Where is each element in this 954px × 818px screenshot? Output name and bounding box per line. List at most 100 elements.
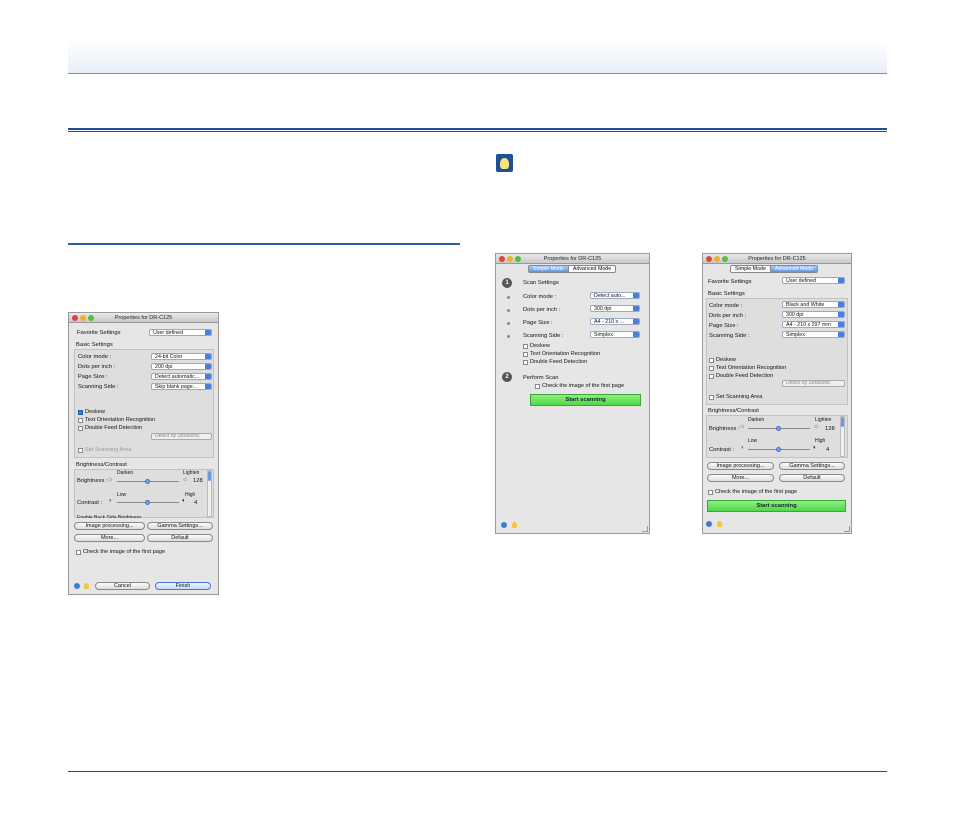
gamma-settings-button[interactable]: Gamma Settings... (779, 462, 845, 470)
low-label: Low (748, 438, 758, 444)
favorite-label: Favorite Settings (708, 279, 752, 285)
text-orientation-checkbox[interactable]: Text Orientation Recognition (523, 351, 600, 357)
page-size-select[interactable]: A4 - 210 x ... (590, 318, 640, 325)
double-feed-checkbox[interactable]: Double Feed Detection (709, 373, 773, 379)
double-feed-checkbox[interactable]: Double Feed Detection (78, 425, 142, 431)
page-size-select[interactable]: Detect automatic... (151, 373, 212, 380)
set-scanning-area-checkbox[interactable]: Set Scanning Area (78, 447, 131, 453)
set-scanning-area-checkbox[interactable]: Set Scanning Area (709, 394, 762, 400)
finish-button[interactable]: Finish (155, 582, 211, 590)
basic-settings-heading: Basic Settings (76, 342, 113, 348)
contrast-value: 4 (826, 447, 830, 453)
favorite-label: Favorite Settings (77, 330, 121, 336)
check-first-page-checkbox[interactable]: Check the image of the first page (535, 383, 624, 389)
darken-label: Darken (117, 470, 134, 476)
dpi-label: Dots per inch : (709, 313, 747, 319)
darken-sun-icon: ☼ (739, 423, 746, 430)
resize-grip-icon[interactable] (642, 526, 648, 532)
page-size-label: Page Size : (523, 320, 553, 326)
scanning-side-label: Scanning Side : (709, 333, 750, 339)
check-first-page-checkbox[interactable]: Check the image of the first page (76, 549, 165, 555)
page-size-label: Page Size : (78, 374, 108, 380)
step-dot (507, 335, 510, 338)
properties-window-advanced-mode: Properties for DR-C125 Simple Mode Advan… (702, 253, 852, 534)
contrast-slider[interactable] (748, 447, 810, 452)
brightness-contrast-heading: Brightness/Contrast (708, 408, 759, 414)
step-dot (507, 296, 510, 299)
deskew-checkbox[interactable]: Deskew (709, 357, 736, 363)
enable-back-side-label: Enable Back Side Brightness (77, 515, 142, 518)
deskew-checkbox[interactable]: Deskew (78, 409, 105, 415)
default-button[interactable]: Default (147, 534, 213, 542)
favorite-select[interactable]: User defined (782, 277, 845, 284)
cancel-button[interactable]: Cancel (95, 582, 150, 590)
brightness-label: Brightness : (77, 478, 108, 484)
dpi-select[interactable]: 200 dpi (151, 363, 212, 370)
step-2-badge: 2 (502, 372, 512, 382)
tip-bulb-icon[interactable] (717, 521, 722, 527)
dpi-select[interactable]: 300 dpi (590, 305, 640, 312)
low-contrast-icon: ◑ (740, 445, 744, 451)
brightness-slider[interactable] (748, 426, 810, 431)
dpi-select[interactable]: 300 dpi (782, 311, 845, 318)
scanning-side-select[interactable]: Simplex (782, 331, 845, 338)
double-feed-method-select[interactable]: Detect by Ultrasonic (782, 380, 845, 387)
info-icon[interactable] (706, 521, 712, 527)
text-orientation-checkbox[interactable]: Text Orientation Recognition (78, 417, 155, 423)
double-feed-checkbox[interactable]: Double Feed Detection (523, 359, 587, 365)
high-contrast-icon: ◐ (182, 498, 186, 504)
info-icon[interactable] (501, 522, 507, 528)
more-button[interactable]: More... (74, 534, 145, 542)
properties-window-left: Properties for DR-C125 Favorite Settings… (68, 312, 219, 595)
high-label: High (815, 438, 826, 444)
hint-lightbulb-icon (496, 154, 513, 172)
color-mode-select[interactable]: Detect auto... (590, 292, 640, 299)
scan-settings-heading: Scan Settings (523, 280, 559, 286)
favorite-select[interactable]: User defined (149, 329, 212, 336)
window-titlebar: Properties for DR-C125 (496, 254, 649, 264)
tab-simple-mode[interactable]: Simple Mode (731, 266, 770, 272)
brightness-scrollbar[interactable] (840, 416, 845, 457)
dpi-label: Dots per inch : (78, 364, 116, 370)
perform-scan-heading: Perform Scan (523, 375, 559, 381)
scanning-side-select[interactable]: Skip blank page... (151, 383, 212, 390)
info-icon[interactable] (74, 583, 80, 589)
scanning-side-select[interactable]: Simplex (590, 331, 640, 338)
darken-sun-icon: ☼ (107, 476, 114, 483)
gamma-settings-button[interactable]: Gamma Settings... (147, 522, 213, 530)
tab-advanced-mode[interactable]: Advanced Mode (769, 266, 818, 272)
more-button[interactable]: More... (707, 474, 774, 482)
window-title: Properties for DR-C125 (543, 256, 602, 262)
tab-simple-mode[interactable]: Simple Mode (529, 266, 568, 272)
page-size-label: Page Size : (709, 323, 739, 329)
check-first-page-checkbox[interactable]: Check the image of the first page (708, 489, 797, 495)
default-button[interactable]: Default (779, 474, 845, 482)
contrast-value: 4 (194, 500, 198, 506)
section-title-rule (68, 128, 887, 132)
double-feed-method-select[interactable]: Detect by Ultrasonic (151, 433, 212, 440)
tip-bulb-icon[interactable] (512, 522, 517, 528)
brightness-scrollbar[interactable] (207, 470, 212, 517)
start-scanning-button[interactable]: Start scanning (530, 394, 641, 406)
page-size-select[interactable]: A4 - 210 x 297 mm (782, 321, 845, 328)
color-mode-select[interactable]: 24-bit Color (151, 353, 212, 360)
color-mode-label: Color mode : (523, 294, 557, 300)
tab-advanced-mode[interactable]: Advanced Mode (567, 266, 616, 272)
tip-bulb-icon[interactable] (84, 583, 89, 589)
color-mode-select[interactable]: Black and White (782, 301, 845, 308)
darken-label: Darken (748, 417, 765, 423)
low-label: Low (117, 492, 127, 498)
resize-grip-icon[interactable] (844, 526, 850, 532)
deskew-checkbox[interactable]: Deskew (523, 343, 550, 349)
brightness-slider[interactable] (117, 479, 179, 484)
text-orientation-checkbox[interactable]: Text Orientation Recognition (709, 365, 786, 371)
image-processing-button[interactable]: Image processing... (74, 522, 145, 530)
image-processing-button[interactable]: Image processing... (707, 462, 774, 470)
window-titlebar: Properties for DR-C125 (69, 313, 218, 323)
start-scanning-button[interactable]: Start scanning (707, 500, 846, 512)
mode-tabs: Simple Mode Advanced Mode (730, 265, 819, 273)
subsection-rule (68, 243, 460, 245)
lighten-sun-icon: ☼ (182, 476, 189, 483)
scanning-side-label: Scanning Side : (523, 333, 564, 339)
contrast-slider[interactable] (117, 500, 179, 505)
